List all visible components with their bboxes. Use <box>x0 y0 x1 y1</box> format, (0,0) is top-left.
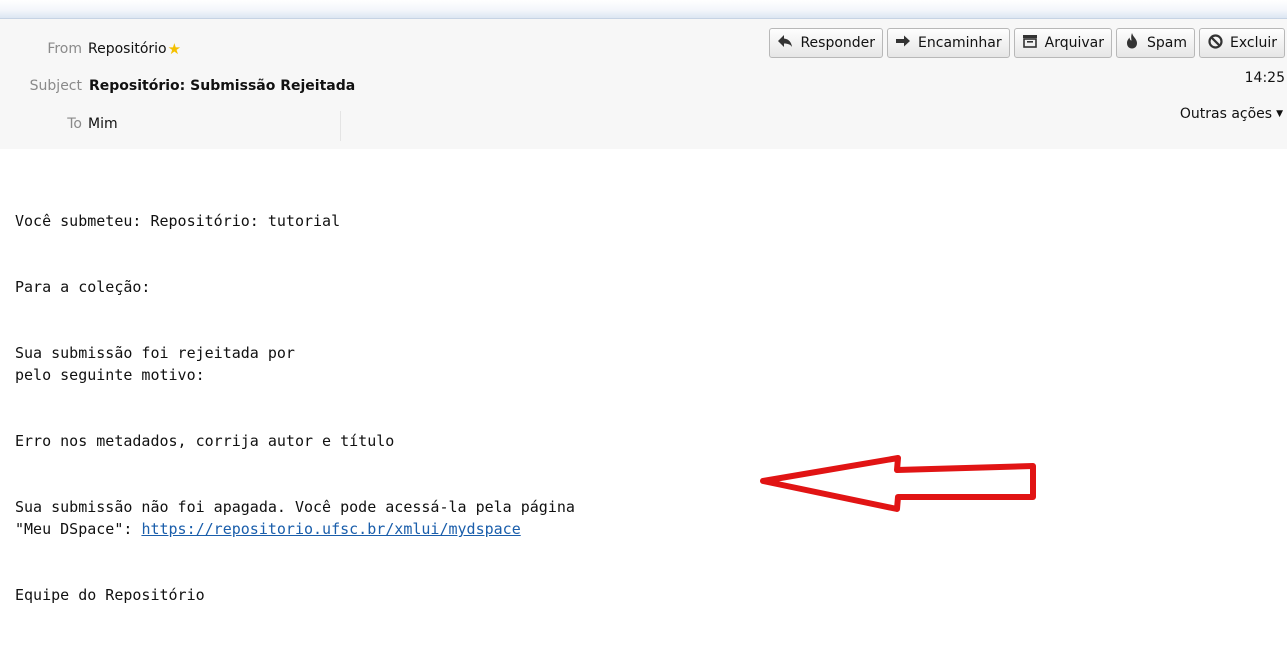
mydspace-link[interactable]: https://repositorio.ufsc.br/xmlui/mydspa… <box>141 520 520 538</box>
to-label: To <box>67 116 82 132</box>
reply-label: Responder <box>800 35 876 51</box>
from-value[interactable]: Repositório★ <box>88 34 181 64</box>
body-line-not-deleted: Sua submissão não foi apagada. Você pode… <box>15 498 575 516</box>
body-line-collection: Para a coleção: <box>15 278 151 296</box>
delete-label: Excluir <box>1230 35 1277 51</box>
forward-arrow-icon <box>894 35 912 51</box>
star-icon[interactable]: ★ <box>168 34 181 64</box>
flame-icon <box>1123 33 1141 53</box>
spam-button[interactable]: Spam <box>1116 28 1195 58</box>
subject-label: Subject <box>29 78 82 94</box>
message-toolbar: Responder Encaminhar Arquivar Spam Exclu… <box>769 28 1285 58</box>
subject-value: Repositório: Submissão Rejeitada <box>89 78 356 94</box>
archive-box-icon <box>1021 34 1039 52</box>
body-line-rejected: Sua submissão foi rejeitada por <box>15 344 295 362</box>
to-value[interactable]: Mim <box>88 109 118 139</box>
delete-button[interactable]: Excluir <box>1199 28 1285 58</box>
body-signature: Equipe do Repositório <box>15 586 205 604</box>
reply-arrow-icon <box>776 34 794 52</box>
red-arrow-shape <box>760 455 1036 512</box>
forward-label: Encaminhar <box>918 35 1002 51</box>
message-body: Você submeteu: Repositório: tutorial Par… <box>15 188 575 650</box>
message-time: 14:25 <box>1244 70 1285 86</box>
body-line-mydspace-prefix: "Meu DSpace": <box>15 520 142 538</box>
window-top-border <box>0 0 1287 19</box>
forward-button[interactable]: Encaminhar <box>887 28 1010 58</box>
body-line-submitted: Você submeteu: Repositório: tutorial <box>15 212 341 230</box>
caret-down-icon: ▼ <box>1276 109 1283 119</box>
sender-name[interactable]: Repositório <box>88 41 167 57</box>
archive-label: Arquivar <box>1044 35 1104 51</box>
spam-label: Spam <box>1147 35 1187 51</box>
other-actions-label: Outras ações <box>1179 106 1273 122</box>
reply-button[interactable]: Responder <box>769 28 884 58</box>
body-paragraph-rejected: Sua submissão foi rejeitada por pelo seg… <box>15 342 575 386</box>
prohibited-icon <box>1206 33 1224 53</box>
archive-button[interactable]: Arquivar <box>1013 28 1112 58</box>
body-paragraph-not-deleted: Sua submissão não foi apagada. Você pode… <box>15 496 575 540</box>
from-label: From <box>47 41 82 57</box>
other-actions-menu[interactable]: Outras ações ▼ <box>1180 106 1283 122</box>
body-line-reason-intro: pelo seguinte motivo: <box>15 366 205 384</box>
body-line-reason: Erro nos metadados, corrija autor e títu… <box>15 432 395 450</box>
